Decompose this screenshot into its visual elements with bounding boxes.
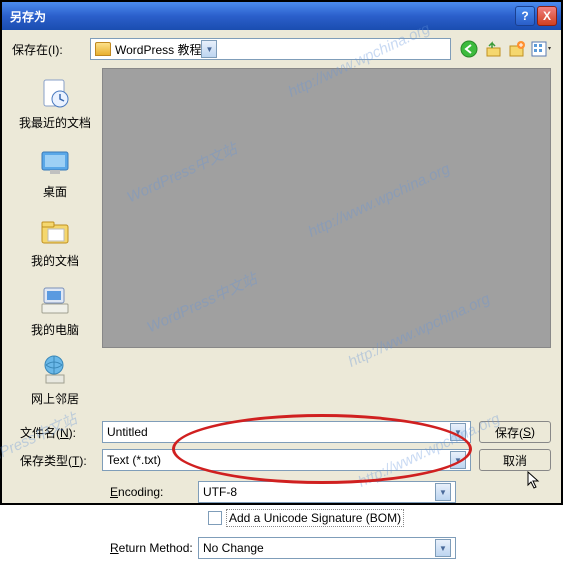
bom-label[interactable]: Add a Unicode Signature (BOM): [226, 509, 404, 527]
chevron-down-icon[interactable]: ▼: [201, 40, 217, 58]
sidebar-item-desktop[interactable]: 桌面: [12, 139, 98, 206]
computer-icon: [37, 283, 73, 319]
chevron-down-icon[interactable]: ▼: [435, 483, 451, 501]
network-icon: [37, 352, 73, 388]
cancel-button[interactable]: 取消: [479, 449, 551, 471]
file-list-area[interactable]: [102, 68, 551, 348]
encoding-combo[interactable]: UTF-8 ▼: [198, 481, 456, 503]
save-in-label: 保存在(I):: [12, 41, 82, 58]
desktop-icon: [37, 145, 73, 181]
return-method-label: Return Method:: [12, 541, 198, 555]
save-as-dialog: 另存为 ? X 保存在(I): WordPress 教程 ▼: [2, 2, 561, 503]
up-icon[interactable]: [483, 39, 503, 59]
chevron-down-icon[interactable]: ▼: [450, 451, 466, 469]
places-sidebar: 我最近的文档 桌面 我的文档: [12, 68, 98, 413]
bom-checkbox[interactable]: [208, 511, 222, 525]
chevron-down-icon[interactable]: ▼: [450, 423, 466, 441]
folder-icon: [95, 42, 111, 56]
view-menu-icon[interactable]: [531, 39, 551, 59]
new-folder-icon[interactable]: [507, 39, 527, 59]
sidebar-item-network[interactable]: 网上邻居: [12, 346, 98, 413]
encoding-label: Encoding:: [12, 485, 198, 499]
sidebar-item-mydocs[interactable]: 我的文档: [12, 208, 98, 275]
save-in-combo[interactable]: WordPress 教程 ▼: [90, 38, 451, 60]
save-in-value: WordPress 教程: [115, 41, 201, 58]
filename-input[interactable]: Untitled ▼: [102, 421, 471, 443]
save-button[interactable]: 保存(S): [479, 421, 551, 443]
close-button[interactable]: X: [537, 6, 557, 26]
chevron-down-icon[interactable]: ▼: [435, 539, 451, 557]
filetype-label: 保存类型(T):: [12, 452, 102, 469]
back-icon[interactable]: [459, 39, 479, 59]
help-button[interactable]: ?: [515, 6, 535, 26]
cursor-icon: [527, 471, 541, 489]
sidebar-item-mycomputer[interactable]: 我的电脑: [12, 277, 98, 344]
filetype-combo[interactable]: Text (*.txt) ▼: [102, 449, 471, 471]
recent-docs-icon: [37, 76, 73, 112]
filename-label: 文件名(N):: [12, 424, 102, 441]
titlebar[interactable]: 另存为 ? X: [2, 2, 561, 30]
sidebar-item-recent[interactable]: 我最近的文档: [12, 70, 98, 137]
return-method-combo[interactable]: No Change ▼: [198, 537, 456, 559]
titlebar-title: 另存为: [6, 8, 515, 25]
mydocs-icon: [37, 214, 73, 250]
